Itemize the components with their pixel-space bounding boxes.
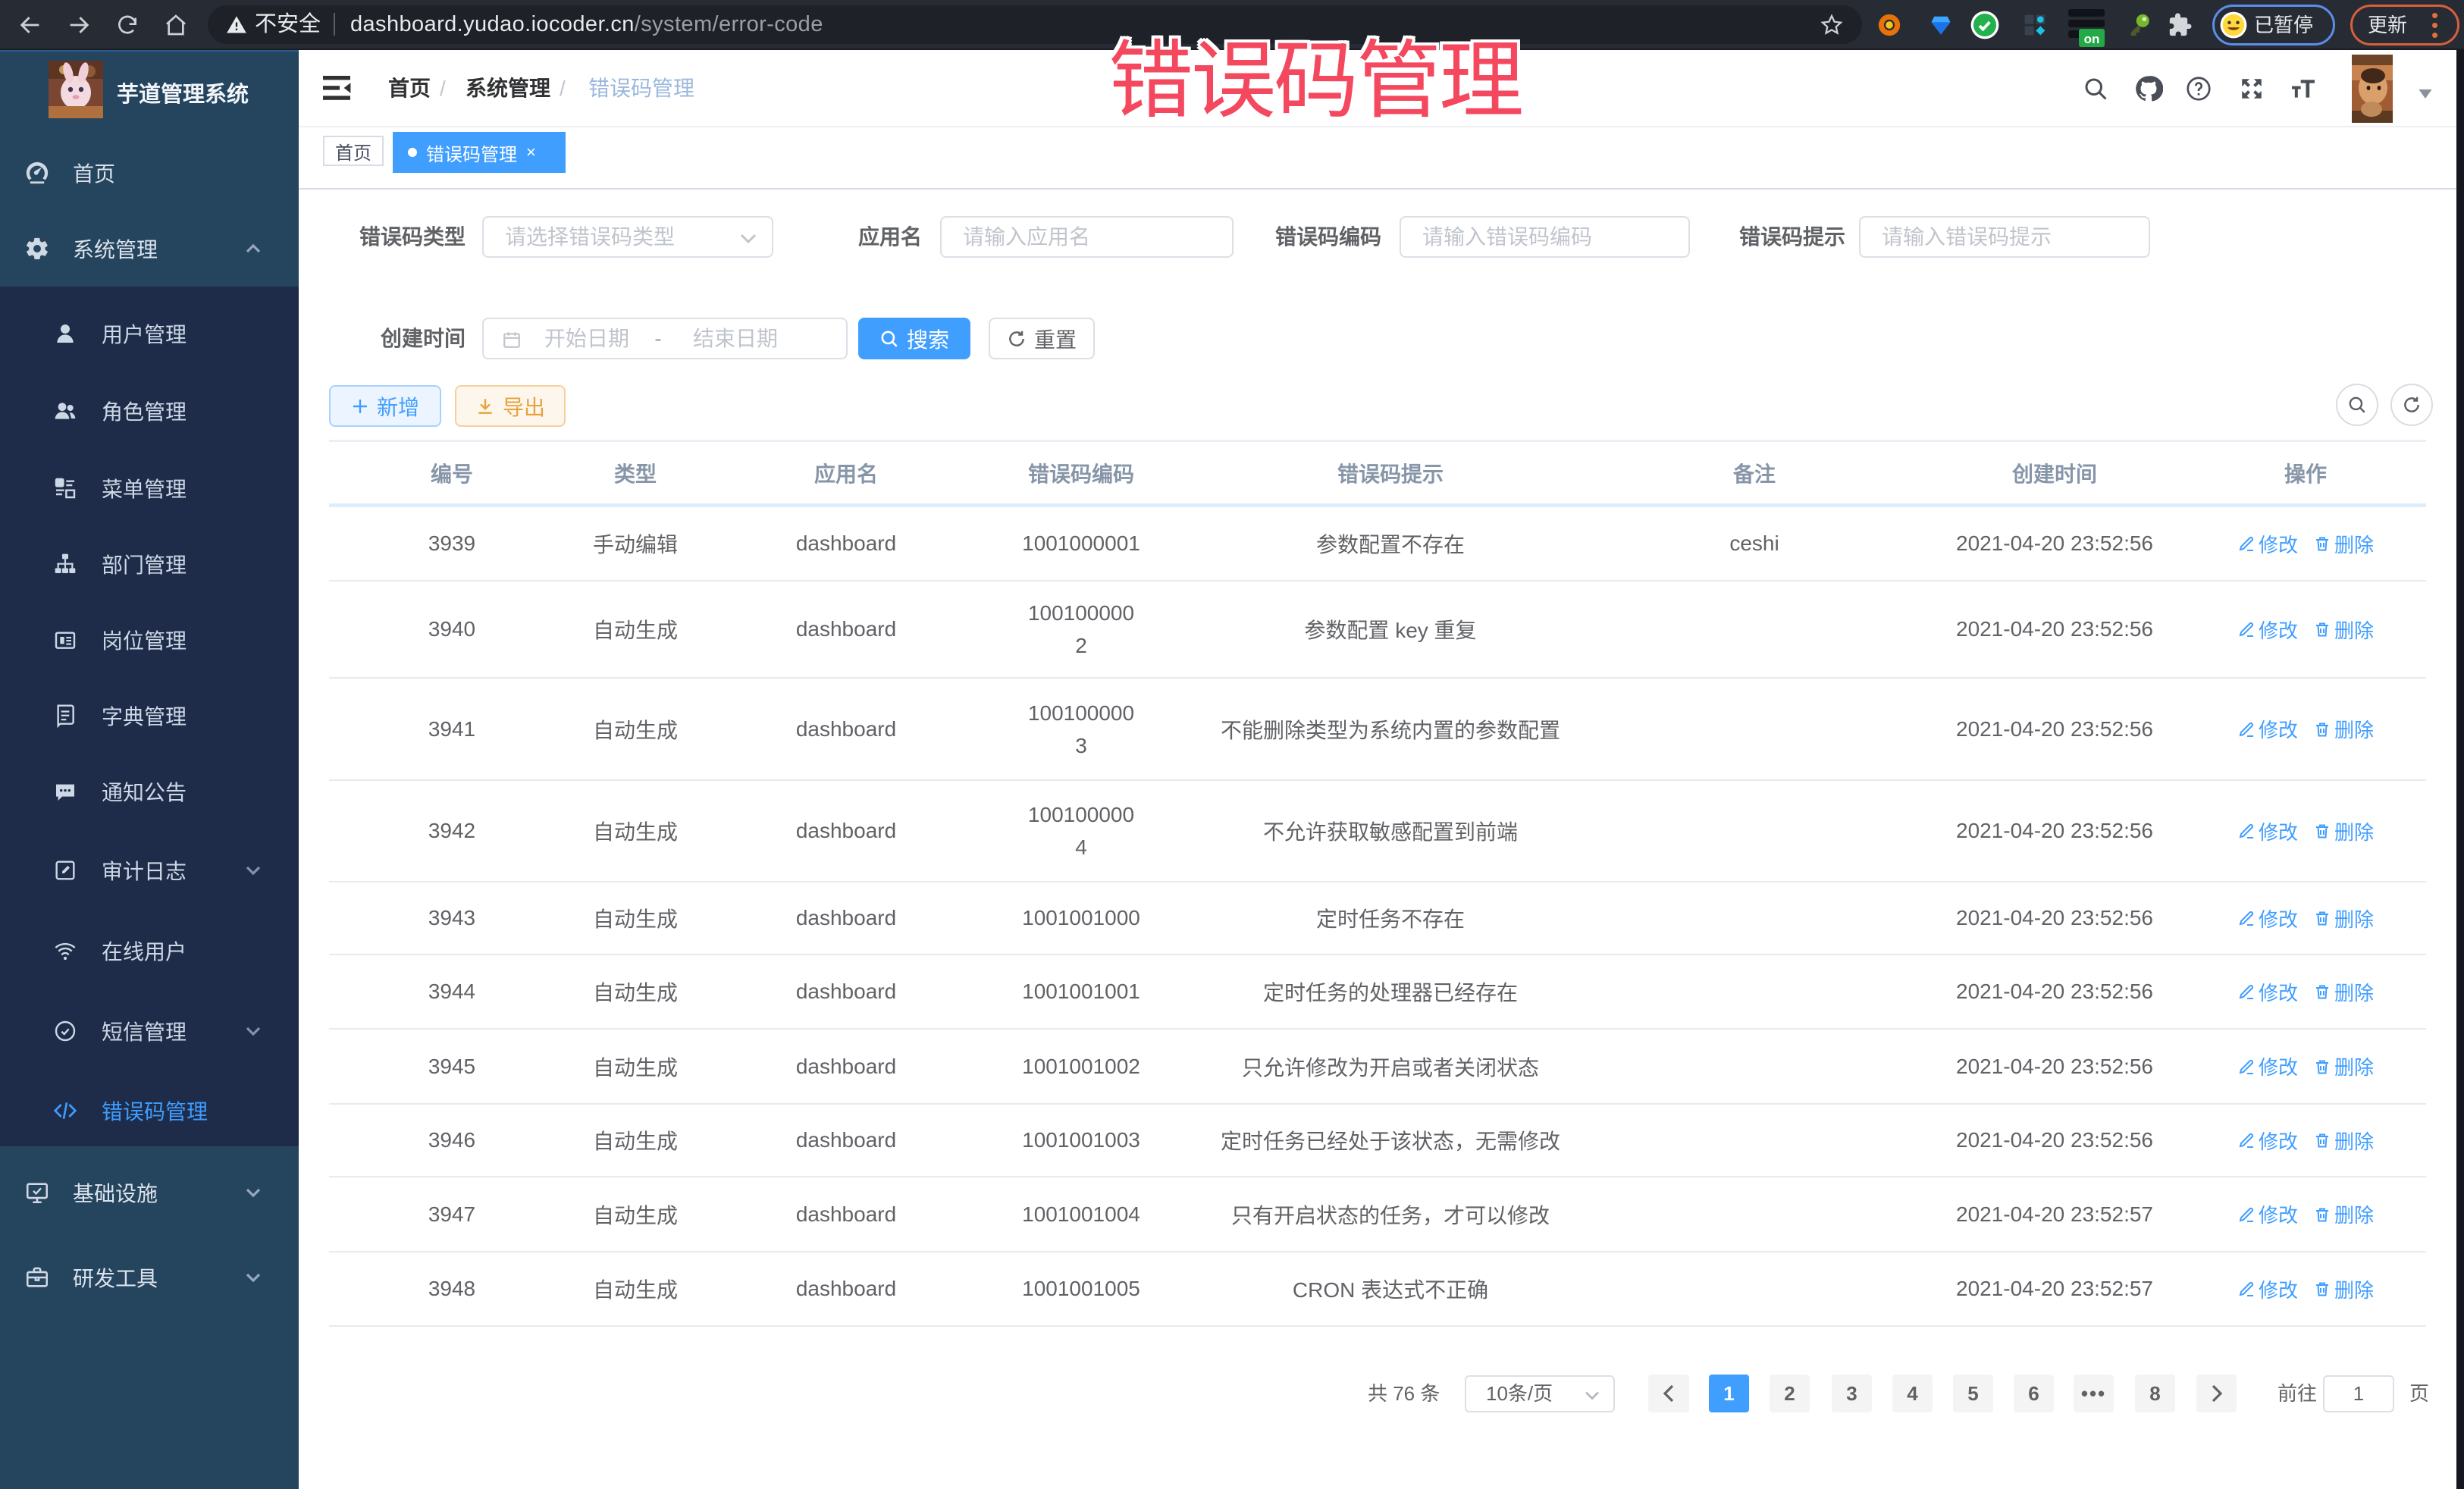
- svg-text:on: on: [2084, 32, 2100, 46]
